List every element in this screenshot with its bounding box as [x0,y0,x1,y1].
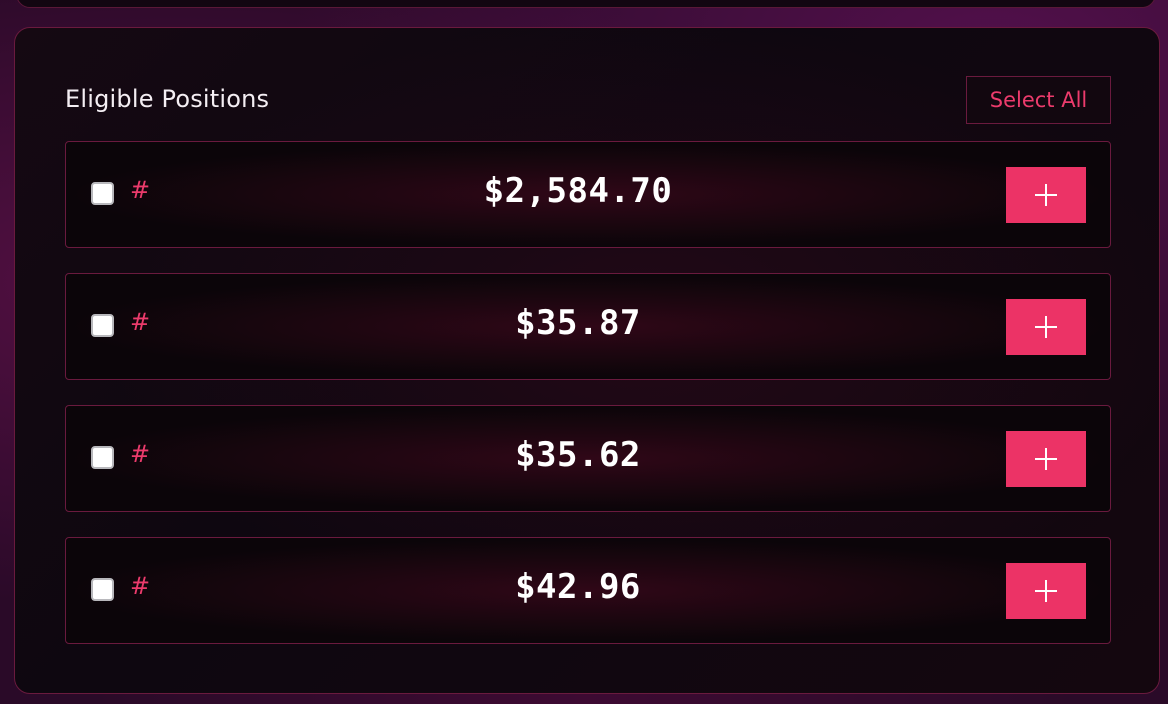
position-amount: $2,584.70 [483,171,673,211]
plus-icon [1035,448,1057,470]
eligible-positions-panel: Eligible Positions Select All # $2,584.7… [14,27,1160,694]
position-row: # $35.62 [65,405,1111,512]
panel-title: Eligible Positions [65,85,270,113]
add-position-button[interactable] [1006,167,1086,223]
plus-icon [1035,184,1057,206]
position-amount: $35.62 [515,435,641,475]
plus-icon [1035,580,1057,602]
position-amount: $42.96 [515,567,641,607]
select-all-button[interactable]: Select All [966,76,1111,124]
plus-icon [1035,316,1057,338]
add-position-button[interactable] [1006,431,1086,487]
top-panel [16,0,1156,8]
position-row: # $42.96 [65,537,1111,644]
position-row: # $2,584.70 [65,141,1111,248]
add-position-button[interactable] [1006,563,1086,619]
position-row: # $35.87 [65,273,1111,380]
add-position-button[interactable] [1006,299,1086,355]
position-amount: $35.87 [515,303,641,343]
